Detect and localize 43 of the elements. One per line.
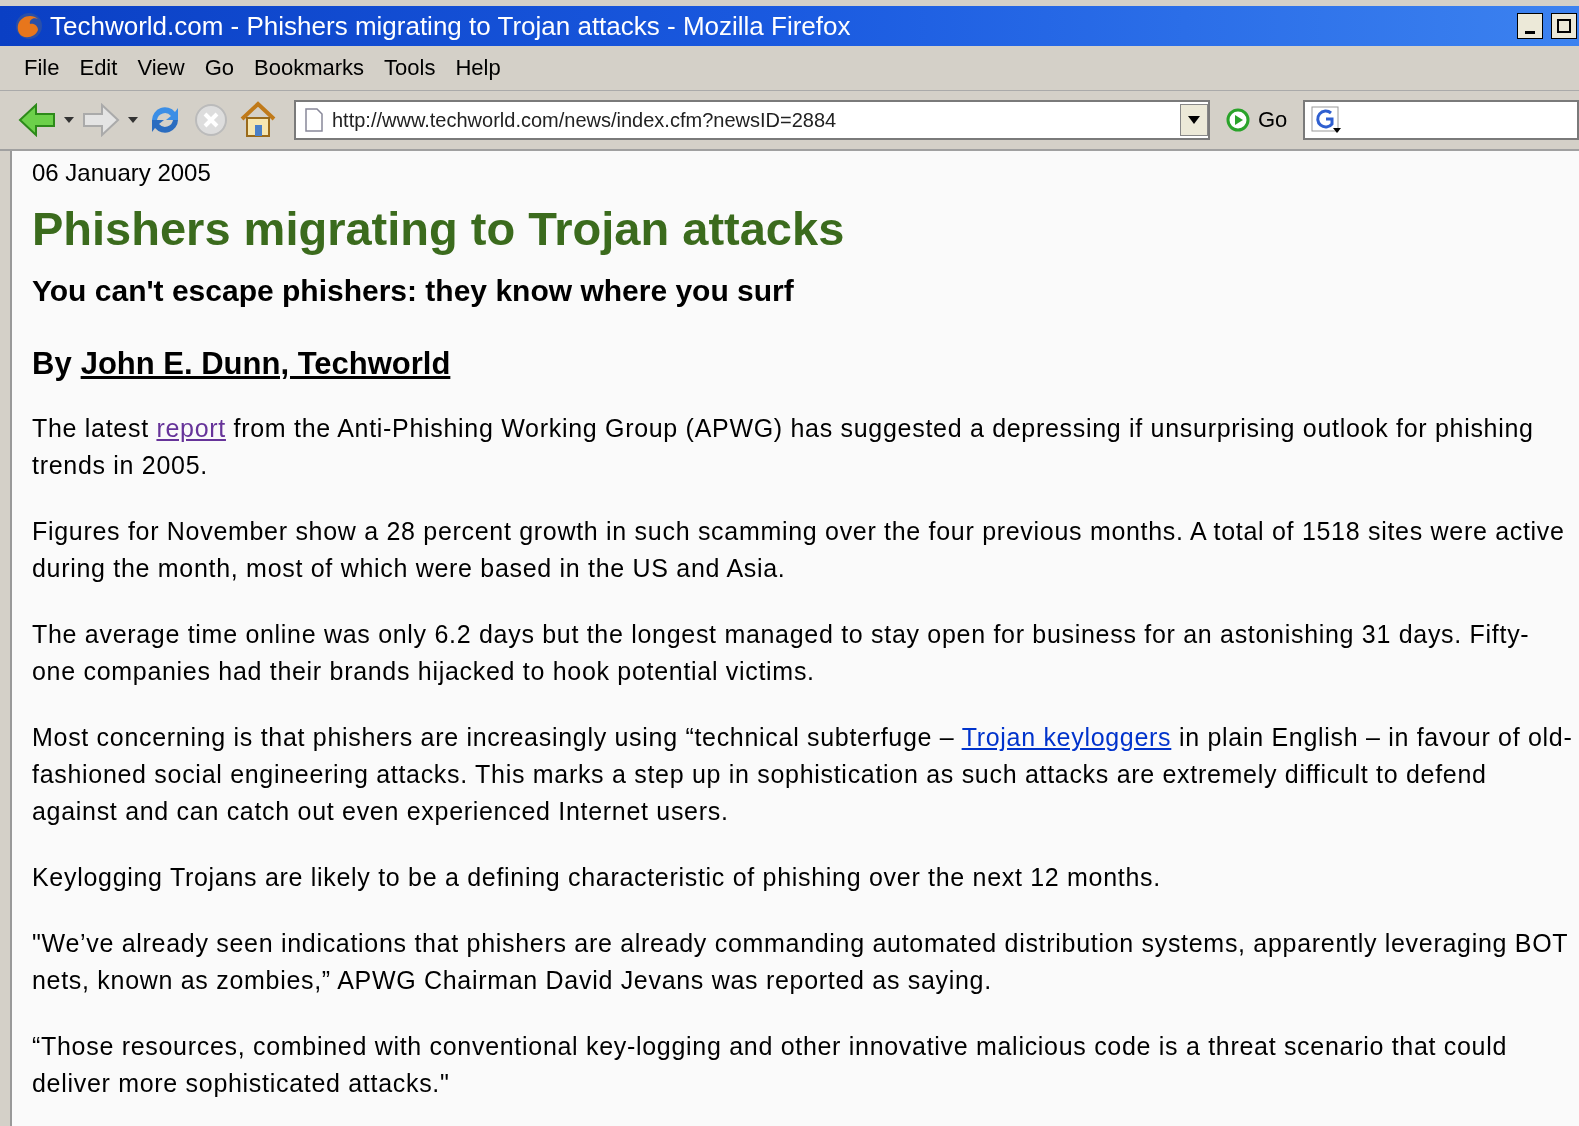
go-icon — [1226, 108, 1250, 132]
byline-label: By — [32, 346, 72, 382]
home-button[interactable] — [238, 101, 278, 139]
maximize-icon — [1557, 19, 1571, 33]
article-paragraph: The latest report from the Anti-Phishing Working Group (APWG) has suggested a depressing if unsurprising outlook for phishing trends in 2005. — [32, 413, 1535, 481]
back-button[interactable] — [18, 103, 56, 137]
forward-arrow-icon — [82, 103, 120, 137]
menu-item[interactable]: Bookmarks — [244, 55, 375, 81]
stop-icon — [192, 102, 230, 138]
article-paragraph: Figures for November show a 28 percent growth in such scamming over the four previous months. A total of 1518 sites were active during the month, most of which were based in the US and Asia. — [32, 516, 1566, 584]
search-field[interactable] — [1303, 100, 1579, 140]
address-field[interactable]: http://www.techworld.com/news/index.cfm?newsID=2884 — [294, 100, 1210, 140]
home-icon — [238, 101, 278, 139]
article-subtitle: You can't escape phishers: they know where you surf — [32, 274, 795, 308]
caret-icon[interactable] — [64, 117, 74, 123]
article-paragraph: "We’ve already seen indications that phishers are already commanding automated distribution systems, apparently leveraging BOT nets, known as zombies,” APWG Chairman David Jevans was reported as saying. — [32, 928, 1569, 996]
menu-item[interactable]: Tools — [374, 55, 446, 81]
author-link[interactable]: John E. Dunn, Techworld — [80, 346, 451, 382]
go-button[interactable]: Go — [1218, 107, 1296, 133]
dropdown-button[interactable] — [1180, 104, 1208, 136]
article-paragraph: “Those resources, combined with conventional key-logging and other innovative malicious code is a threat scenario that could deliver more sophisticated attacks." — [32, 1031, 1509, 1099]
caret-icon[interactable] — [128, 117, 138, 123]
menu-item[interactable]: Go — [194, 55, 245, 81]
back-arrow-icon — [18, 103, 56, 137]
caret-icon — [1188, 116, 1200, 124]
menu-item[interactable]: Edit — [69, 55, 128, 81]
menu-item[interactable]: View — [127, 55, 195, 81]
page-icon — [304, 108, 324, 132]
maximize-button[interactable] — [1551, 13, 1577, 39]
article-paragraph: Most concerning is that phishers are increasingly using “technical subterfuge – Trojan keyloggers in plain English – in favour of old-fashioned social engineering attacks. This marks a step up in sophistication as such attacks are extremely difficult to defend against and can catch out even experienced Internet users. — [32, 722, 1573, 827]
article-paragraph: Keylogging Trojans are likely to be a defining characteristic of phishing over the next 12 months. — [32, 862, 1162, 893]
menu-item[interactable]: File — [14, 55, 70, 81]
article-paragraph: The average time online was only 6.2 days but the longest managed to stay open for business for an astonishing 31 days. Fifty-one companies had their brands hijacked to hook potential victims. — [32, 619, 1531, 687]
browser-logo-icon — [14, 11, 44, 41]
minimize-button[interactable] — [1517, 13, 1543, 39]
article-date: 06 January 2005 — [32, 159, 212, 187]
article-link[interactable]: report — [156, 414, 226, 442]
minimize-icon — [1525, 30, 1535, 34]
menu-item[interactable]: Help — [445, 55, 511, 81]
window-title: Techworld.com - Phishers migrating to Trojan attacks - Mozilla Firefox — [50, 10, 852, 42]
article-link[interactable]: Trojan keyloggers — [961, 723, 1172, 751]
search-engine-icon — [1311, 106, 1342, 134]
article-headline: Phishers migrating to Trojan attacks — [32, 201, 846, 256]
